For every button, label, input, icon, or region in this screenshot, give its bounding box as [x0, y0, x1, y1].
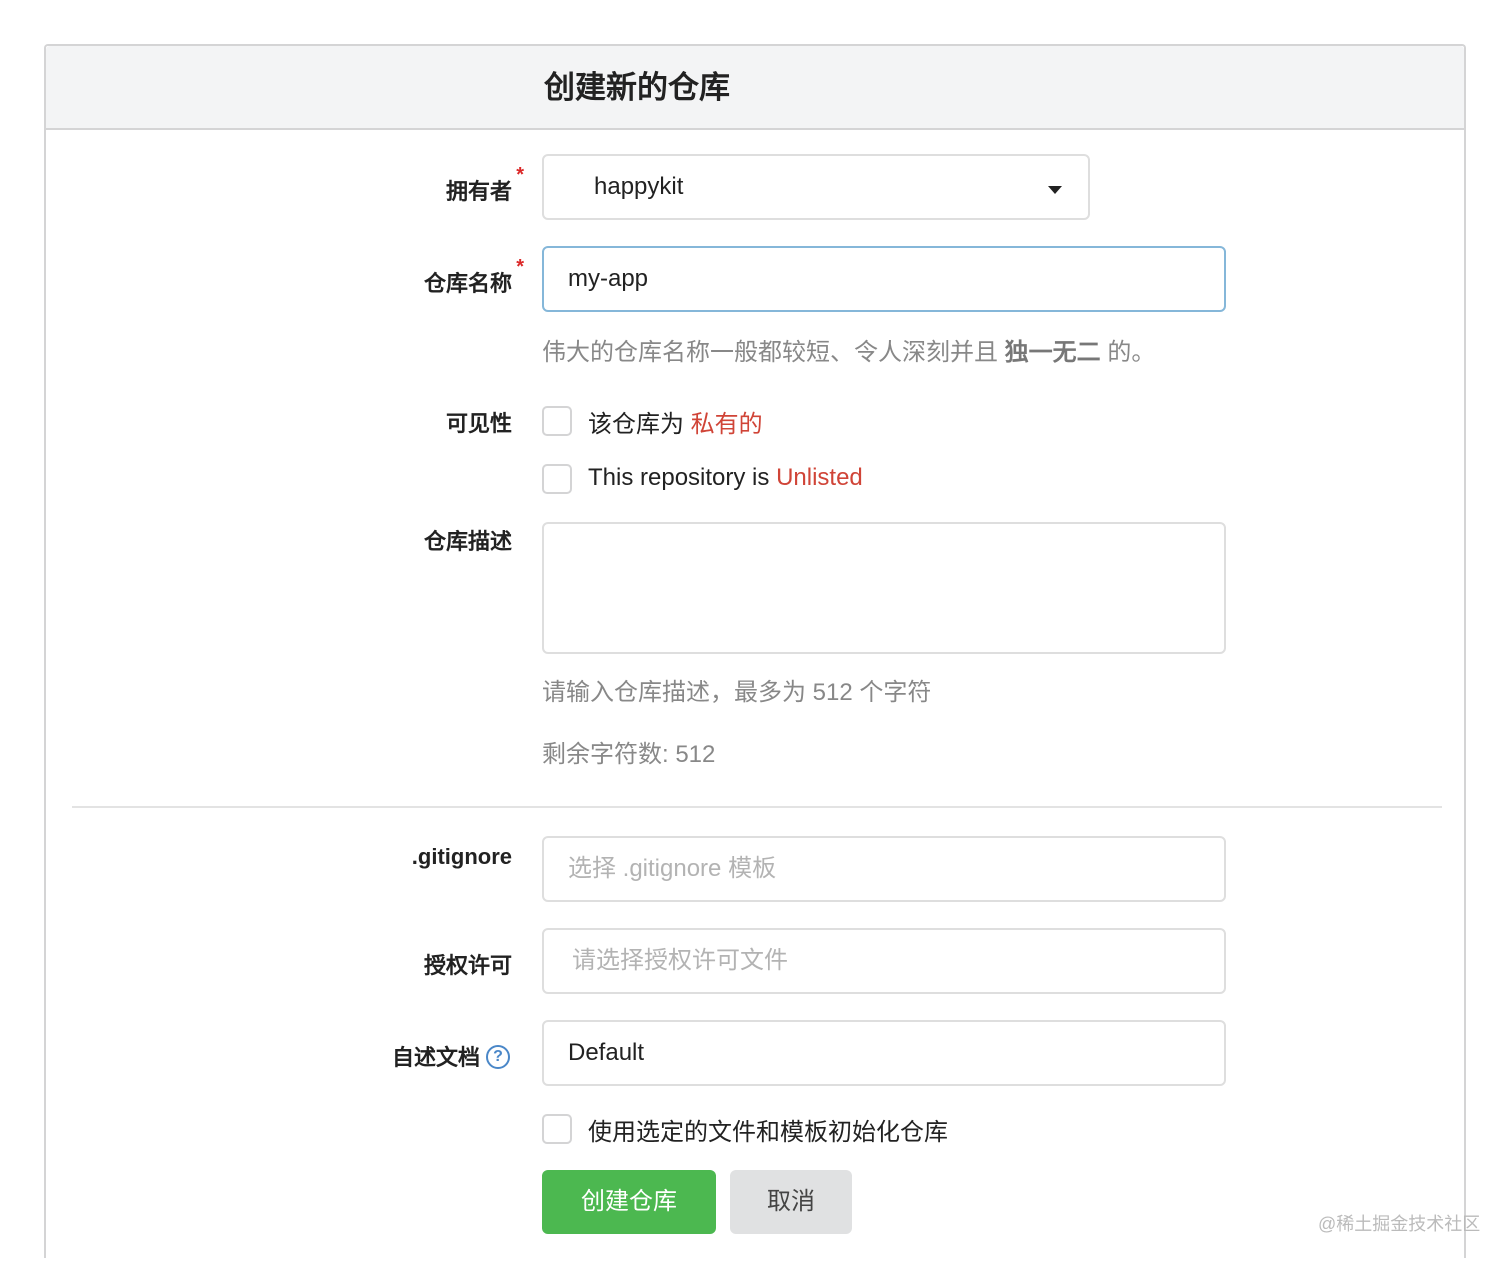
readme-label-text: 自述文档	[391, 1045, 480, 1070]
license-placeholder: 请选择授权许可文件	[572, 947, 788, 974]
owner-select[interactable]: happykit	[542, 154, 1090, 220]
create-repo-panel: 创建新的仓库 拥有者 * happykit 仓库名称 * my-app 伟大的仓库名…	[44, 44, 1466, 1258]
license-label: 授权许可	[423, 953, 512, 978]
description-help: 请输入仓库描述，最多为 512 个字符	[542, 679, 932, 706]
repo-name-help: 伟大的仓库名称一般都较短、令人深刻并且 独一无二 的。	[542, 332, 1155, 367]
private-highlight: 私有的	[690, 411, 763, 438]
readme-value: Default	[568, 1039, 645, 1066]
gitignore-label: .gitignore	[411, 844, 512, 869]
gitignore-placeholder: 选择 .gitignore 模板	[568, 855, 777, 882]
question-circle-icon[interactable]: ?	[486, 1045, 510, 1070]
divider	[72, 806, 1442, 808]
owner-select-value: happykit	[594, 173, 684, 200]
unlisted-prefix: This repository is	[588, 464, 777, 491]
repo-name-help-prefix: 伟大的仓库名称一般都较短、令人深刻并且	[542, 339, 1005, 366]
auto-init-label[interactable]: 使用选定的文件和模板初始化仓库	[588, 1112, 948, 1147]
private-checkbox-label[interactable]: 该仓库为 私有的	[588, 404, 763, 439]
auto-init-checkbox[interactable]	[542, 1114, 572, 1144]
readme-select[interactable]: Default	[542, 1020, 1226, 1086]
required-mark: *	[516, 256, 524, 278]
repo-name-input[interactable]: my-app	[542, 246, 1226, 312]
panel-header: 创建新的仓库	[46, 46, 1464, 130]
repo-name-help-bold: 独一无二	[1004, 339, 1101, 366]
repo-name-value: my-app	[568, 265, 649, 292]
required-mark: *	[516, 164, 524, 186]
owner-label: 拥有者 *	[445, 164, 524, 206]
private-prefix: 该仓库为	[588, 411, 691, 438]
description-textarea[interactable]	[542, 522, 1226, 654]
create-repo-button[interactable]: 创建仓库	[542, 1170, 716, 1234]
remaining-chars: 剩余字符数: 512	[542, 741, 716, 768]
page-title: 创建新的仓库	[544, 70, 730, 105]
repo-name-label: 仓库名称 *	[423, 256, 524, 298]
unlisted-checkbox[interactable]	[542, 464, 572, 494]
repo-name-label-text: 仓库名称	[423, 271, 512, 296]
watermark: @稀土掘金技术社区	[1318, 1214, 1481, 1234]
private-checkbox[interactable]	[542, 406, 572, 436]
description-label: 仓库描述	[423, 529, 512, 554]
unlisted-highlight: Unlisted	[776, 464, 863, 491]
visibility-label: 可见性	[445, 411, 512, 436]
chevron-down-icon	[1048, 186, 1062, 194]
gitignore-select[interactable]: 选择 .gitignore 模板	[542, 836, 1226, 902]
cancel-button[interactable]: 取消	[730, 1170, 852, 1234]
unlisted-checkbox-label[interactable]: This repository is Unlisted	[588, 464, 863, 492]
license-select[interactable]: 请选择授权许可文件	[542, 928, 1226, 994]
owner-label-text: 拥有者	[445, 179, 512, 204]
repo-name-help-suffix: 的。	[1100, 339, 1156, 366]
readme-label: 自述文档?	[392, 1040, 510, 1072]
